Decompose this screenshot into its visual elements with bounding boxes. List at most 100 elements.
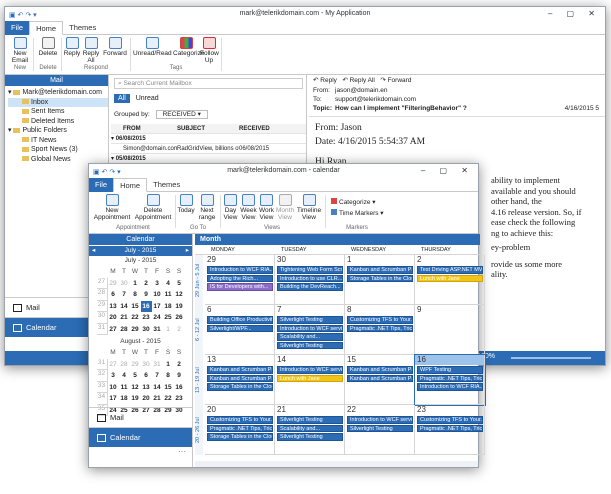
day-cell[interactable]: 23 Customizing TFS to Your... Pragmatic .N…: [415, 405, 485, 455]
search-input[interactable]: ⌕ Search Current Mailbox: [114, 78, 303, 89]
day-cell[interactable]: 16WPF TestingPragmatic .NET Tips, Tricks…: [414, 354, 486, 406]
mini-day[interactable]: 8: [130, 289, 141, 301]
work-view-button[interactable]: Work View: [258, 194, 275, 221]
mini-day[interactable]: 2: [141, 278, 152, 290]
appointment[interactable]: Silverlight Testing: [277, 433, 343, 441]
appointment[interactable]: Introduction to WCF services: [277, 324, 343, 332]
categorize-button[interactable]: Categorize: [173, 37, 204, 57]
reply-link[interactable]: ↶ Reply: [313, 77, 337, 84]
filter-unread[interactable]: Unread: [132, 95, 163, 102]
mini-day[interactable]: 31: [152, 324, 163, 336]
folder-it-news[interactable]: IT News: [8, 136, 108, 146]
new-email-button[interactable]: New Email: [9, 37, 31, 64]
month-selector[interactable]: ◂ July - 2015 ▸: [89, 246, 192, 256]
next-month-icon[interactable]: ▸: [186, 246, 192, 256]
mini-day[interactable]: 22: [163, 393, 174, 405]
mini-day[interactable]: 11: [163, 289, 174, 301]
mini-day[interactable]: 2: [174, 359, 185, 371]
day-cell[interactable]: 1 Kanban and Scrumban Part 1Storage Table…: [345, 255, 415, 305]
appointment[interactable]: Pragmatic .NET Tips, Tricks...: [347, 324, 413, 332]
folder-sport-news[interactable]: Sport News (3): [8, 145, 108, 155]
timeline-view-button[interactable]: Timeline View: [296, 194, 322, 221]
day-cell[interactable]: 6 Building Office Productivity... Silverli…: [205, 305, 275, 355]
col-received[interactable]: RECEIVED: [239, 124, 283, 133]
mini-day[interactable]: 5: [130, 370, 141, 382]
appointment[interactable]: IS for Developers with...: [207, 283, 273, 291]
appointment[interactable]: Scalability and...: [277, 424, 343, 432]
appointment[interactable]: Introduction to WCF services: [277, 366, 343, 374]
appointment[interactable]: Introduction to WCF RIA...: [417, 383, 483, 391]
mini-day[interactable]: 10: [152, 289, 163, 301]
appointment[interactable]: Building Office Productivity...: [207, 316, 273, 324]
folder-sent-items[interactable]: Sent Items: [8, 107, 108, 117]
day-cell[interactable]: 29 Introduction to WCF RIA... Adopting the…: [205, 255, 275, 305]
mini-day[interactable]: 2: [174, 324, 185, 336]
follow-up-button[interactable]: Follow Up: [200, 37, 219, 64]
appointment[interactable]: Introduction to WCF services: [347, 416, 413, 424]
grouped-by-dropdown[interactable]: RECEIVED ▾: [155, 110, 208, 119]
mini-day[interactable]: 6: [108, 289, 119, 301]
next-range-button[interactable]: Next range: [196, 194, 218, 221]
tab-themes[interactable]: Themes: [63, 21, 102, 35]
mini-day[interactable]: 10: [108, 382, 119, 394]
mini-day[interactable]: 26: [174, 312, 185, 324]
mini-day[interactable]: 3: [152, 278, 163, 290]
mini-day[interactable]: 1: [163, 324, 174, 336]
mini-day[interactable]: 20: [108, 312, 119, 324]
mini-day[interactable]: 14: [119, 301, 130, 313]
forward-link[interactable]: ↷ Forward: [380, 77, 411, 84]
appointment[interactable]: Storage Tables in the Cloud?: [207, 433, 273, 441]
appointment[interactable]: Lunch with Jane: [417, 274, 483, 282]
appointment[interactable]: Kanban and Scrumban Part 1: [347, 366, 413, 374]
mini-day[interactable]: 18: [119, 393, 130, 405]
nav-mail[interactable]: Mail: [89, 407, 192, 427]
mini-day[interactable]: 30: [119, 278, 130, 290]
tab-file[interactable]: File: [89, 178, 114, 192]
appointment[interactable]: Pragmatic .NET Tips, Tricks...: [417, 374, 483, 382]
reply-all-button[interactable]: Reply All: [82, 37, 100, 64]
mini-day[interactable]: 24: [152, 312, 163, 324]
folder-inbox[interactable]: Inbox: [8, 97, 108, 107]
mini-day[interactable]: 19: [174, 301, 185, 313]
mini-day[interactable]: 29: [108, 278, 119, 290]
tab-file[interactable]: File: [5, 21, 30, 35]
mini-day[interactable]: 17: [152, 301, 163, 313]
reply-button[interactable]: Reply: [63, 37, 81, 57]
mini-day[interactable]: 4: [119, 370, 130, 382]
mini-day[interactable]: 31: [152, 359, 163, 371]
appointment[interactable]: Lunch with Jane: [277, 374, 343, 382]
appointment[interactable]: Test Driving ASP.NET MVC: [417, 266, 483, 274]
mini-day[interactable]: 1: [130, 278, 141, 290]
mini-day[interactable]: 17: [108, 393, 119, 405]
reply-all-link[interactable]: ↶ Reply All: [342, 77, 375, 84]
today-button[interactable]: Today: [177, 194, 195, 214]
mini-day[interactable]: 29: [130, 359, 141, 371]
mini-day[interactable]: 22: [130, 312, 141, 324]
day-cell[interactable]: 21 Silverlight Testing Scalability and... S…: [275, 405, 345, 455]
appointment[interactable]: Kanban and Scrumban Part 1: [207, 366, 273, 374]
mini-day[interactable]: 28: [119, 359, 130, 371]
appointment[interactable]: Silverlight Testing: [347, 424, 413, 432]
tab-home[interactable]: Home: [113, 178, 148, 192]
day-cell[interactable]: 13 Kanban and Scrumban Part 1Kanban and S…: [205, 355, 275, 405]
window-controls[interactable]: – ▢ ✕: [548, 7, 601, 21]
appointment[interactable]: Silverlight Testing: [277, 416, 343, 424]
appointment[interactable]: Customizing TFS to Your...: [347, 316, 413, 324]
mini-day[interactable]: 30: [141, 324, 152, 336]
mini-day[interactable]: 7: [119, 289, 130, 301]
mini-day[interactable]: 21: [152, 393, 163, 405]
appointment[interactable]: Introduction to WCF RIA...: [207, 266, 273, 274]
mini-day[interactable]: 13: [141, 382, 152, 394]
mini-day[interactable]: 28: [119, 324, 130, 336]
prev-month-icon[interactable]: ◂: [89, 246, 95, 256]
group-row[interactable]: ▾ 06/08/2015: [111, 134, 306, 144]
mini-day[interactable]: 4: [163, 278, 174, 290]
mini-day[interactable]: 15: [130, 301, 141, 313]
mini-day[interactable]: 3: [108, 370, 119, 382]
appointment[interactable]: Kanban and Scrumban Part 1: [347, 266, 413, 274]
day-cell[interactable]: 15 Kanban and Scrumban Part 1Kanban and S…: [345, 355, 415, 405]
mini-day[interactable]: 29: [130, 324, 141, 336]
day-cell[interactable]: 30 Tightening Web Form ScrewsIntroduction…: [275, 255, 345, 305]
appointment[interactable]: WPF Testing: [417, 366, 483, 374]
account-node[interactable]: ▾ Mark@telerikdomain.com: [8, 88, 108, 98]
